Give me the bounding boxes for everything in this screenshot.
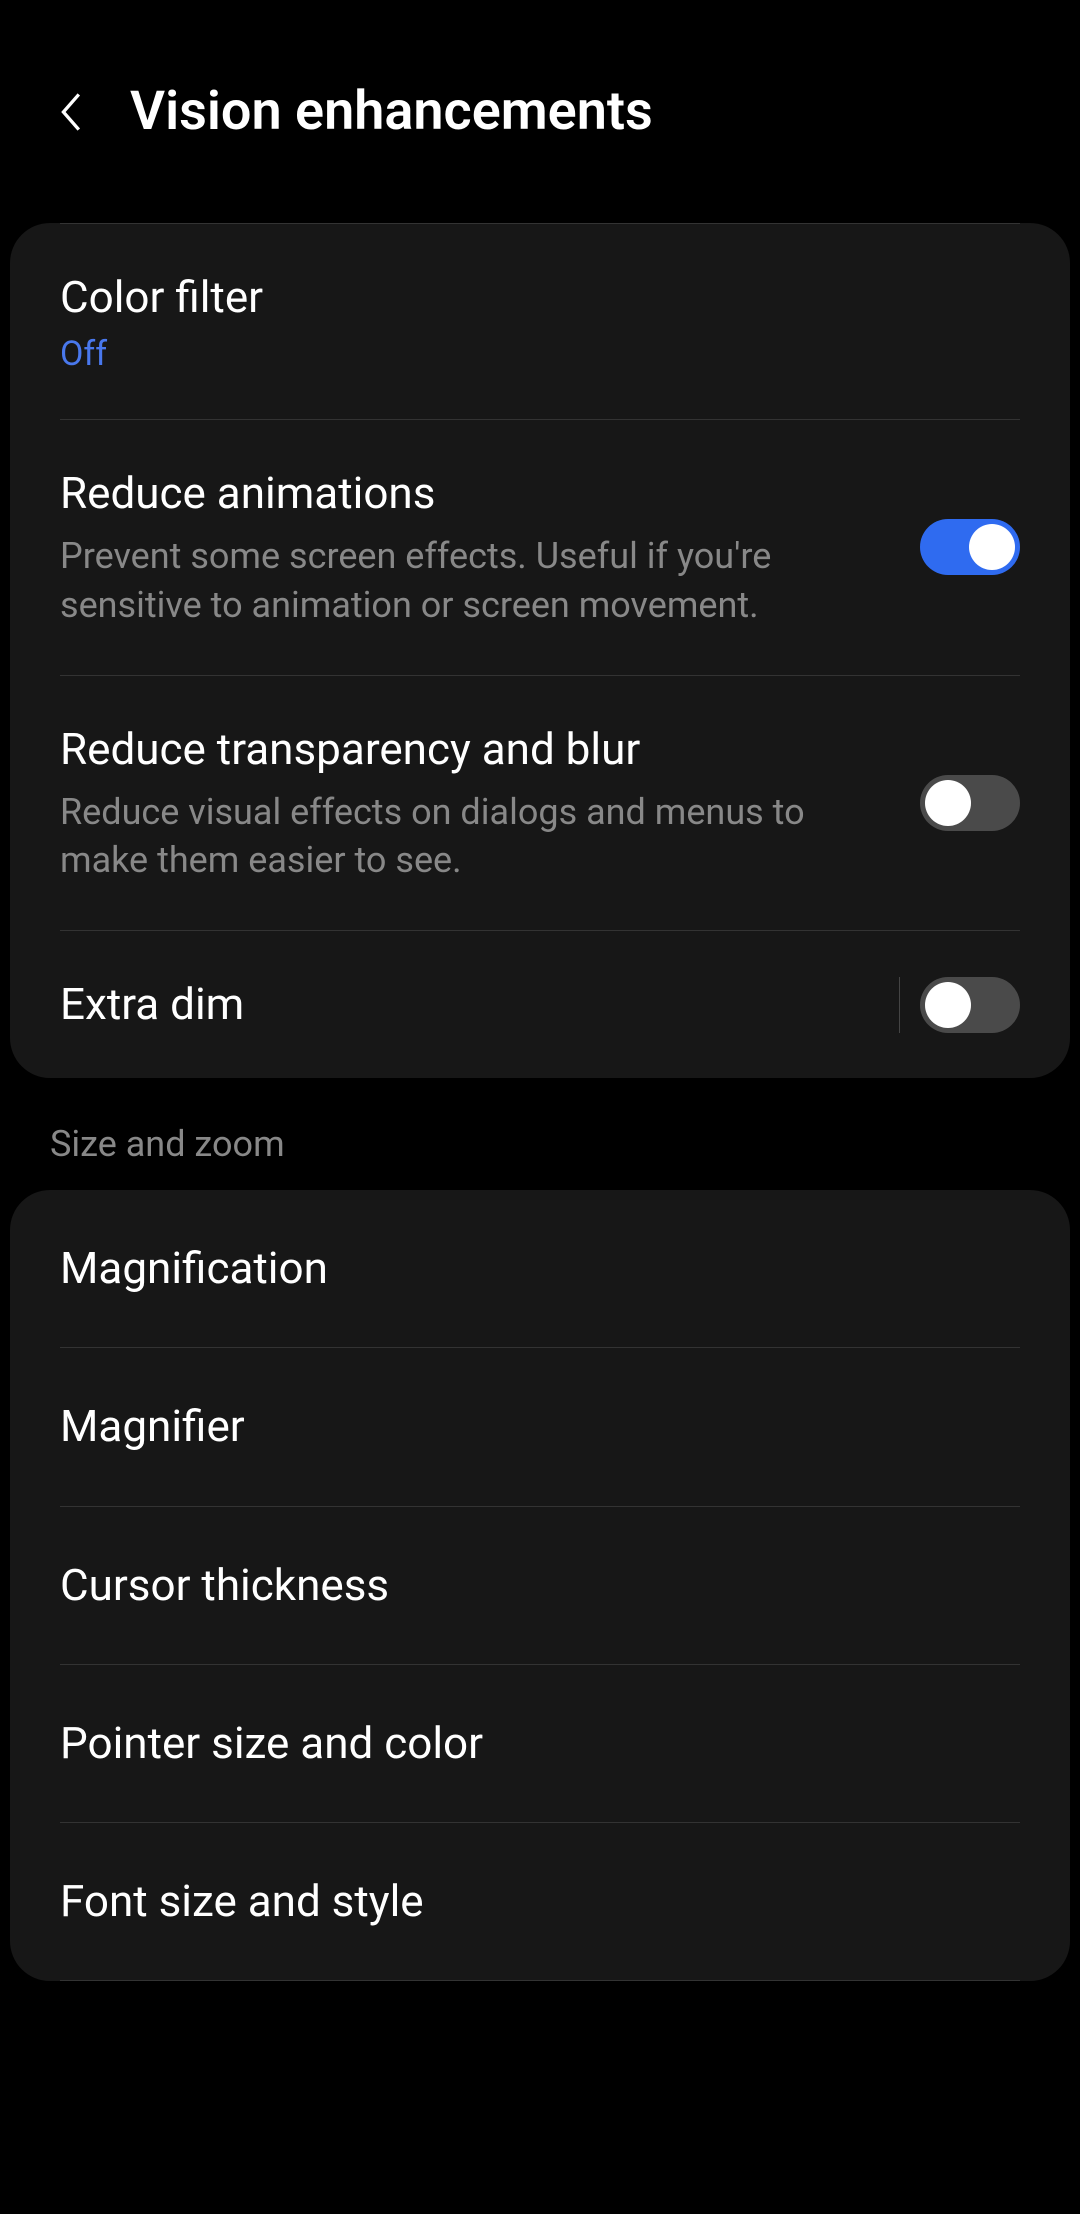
settings-card-2: Magnification Magnifier Cursor thickness…: [10, 1190, 1070, 1981]
setting-title: Font size and style: [60, 1873, 1020, 1930]
back-button[interactable]: [50, 92, 90, 132]
setting-content: Extra dim: [60, 976, 849, 1033]
toggle-knob: [969, 524, 1015, 570]
font-size-item[interactable]: Font size and style: [10, 1823, 1070, 1980]
setting-title: Reduce transparency and blur: [60, 721, 890, 778]
chevron-left-icon: [56, 90, 84, 134]
header: Vision enhancements: [0, 0, 1080, 193]
setting-content: Reduce transparency and blur Reduce visu…: [60, 721, 890, 885]
setting-title: Pointer size and color: [60, 1715, 1020, 1772]
reduce-transparency-toggle[interactable]: [920, 775, 1020, 831]
divider: [60, 1980, 1020, 1981]
settings-card-1: Color filter Off Reduce animations Preve…: [10, 223, 1070, 1078]
page-title: Vision enhancements: [130, 80, 653, 143]
setting-title: Cursor thickness: [60, 1557, 1020, 1614]
setting-title: Color filter: [60, 269, 1020, 326]
reduce-transparency-item[interactable]: Reduce transparency and blur Reduce visu…: [10, 676, 1070, 930]
cursor-thickness-item[interactable]: Cursor thickness: [10, 1507, 1070, 1664]
setting-description: Prevent some screen effects. Useful if y…: [60, 532, 890, 629]
setting-title: Reduce animations: [60, 465, 890, 522]
setting-content: Reduce animations Prevent some screen ef…: [60, 465, 890, 629]
extra-dim-toggle[interactable]: [920, 977, 1020, 1033]
reduce-animations-toggle[interactable]: [920, 519, 1020, 575]
section-label: Size and zoom: [0, 1078, 1080, 1190]
setting-title: Magnifier: [60, 1398, 1020, 1455]
setting-title: Extra dim: [60, 976, 849, 1033]
setting-title: Magnification: [60, 1240, 1020, 1297]
extra-dim-item[interactable]: Extra dim: [10, 931, 1070, 1078]
setting-description: Reduce visual effects on dialogs and men…: [60, 788, 890, 885]
reduce-animations-item[interactable]: Reduce animations Prevent some screen ef…: [10, 420, 1070, 674]
toggle-knob: [925, 780, 971, 826]
toggle-divider: [899, 977, 900, 1033]
setting-status: Off: [60, 334, 1020, 374]
setting-content: Color filter Off: [60, 269, 1020, 374]
color-filter-item[interactable]: Color filter Off: [10, 224, 1070, 419]
extra-dim-toggle-group: [879, 977, 1020, 1033]
magnifier-item[interactable]: Magnifier: [10, 1348, 1070, 1505]
toggle-knob: [925, 982, 971, 1028]
pointer-size-item[interactable]: Pointer size and color: [10, 1665, 1070, 1822]
magnification-item[interactable]: Magnification: [10, 1190, 1070, 1347]
